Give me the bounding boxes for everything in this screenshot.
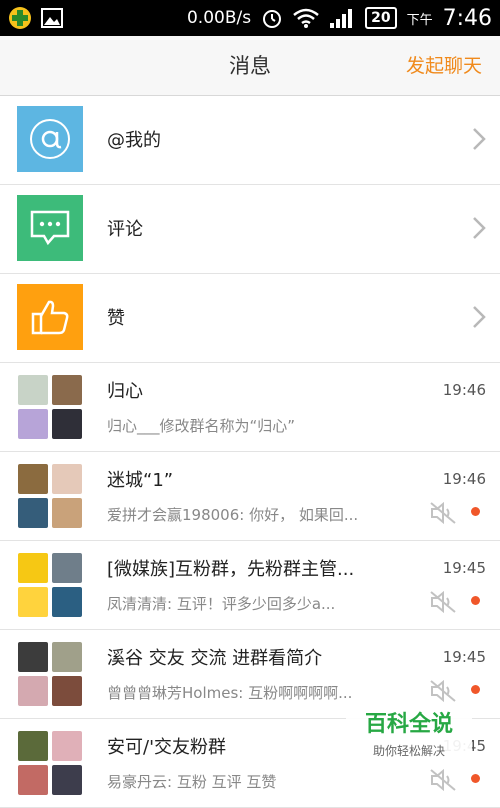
menu-item-comments[interactable]: 评论 — [0, 185, 500, 274]
avatar — [18, 676, 48, 706]
mute-icon — [430, 769, 456, 791]
menu-item-mentions[interactable]: @我的 — [0, 96, 500, 185]
watermark-tagline: 助你轻松解决 — [372, 744, 445, 758]
chat-title: [微媒族]互粉群，先粉群主管... — [107, 559, 355, 580]
thumbs-up-icon — [31, 300, 69, 335]
chat-time: 19:46 — [442, 470, 486, 488]
chevron-right-icon — [473, 306, 486, 328]
avatar — [18, 464, 48, 494]
avatar — [18, 375, 48, 405]
unread-dot — [471, 685, 480, 694]
chat-preview: 爱拼才会赢198006: 你好， 如果回... — [107, 506, 359, 524]
avatar — [52, 553, 82, 583]
menu-item-likes[interactable]: 赞 — [0, 274, 500, 363]
message-list: @我的 评论 赞 归心 归心___修改群名称为“归心” 19:46 迷城“1” … — [0, 96, 500, 808]
chat-preview: 曾曾曾琳芳Holmes: 互粉啊啊啊啊... — [107, 684, 353, 702]
group-avatar — [18, 553, 82, 617]
group-avatar — [18, 464, 82, 528]
network-speed: 0.00B/s — [186, 8, 252, 28]
avatar — [18, 587, 48, 617]
unread-dot — [471, 774, 480, 783]
chat-time: 19:46 — [442, 381, 486, 399]
avatar — [52, 765, 82, 795]
app-header: 消息 发起聊天 — [0, 36, 500, 96]
signal-icon — [330, 9, 353, 28]
mute-icon — [430, 680, 456, 702]
avatar — [52, 375, 82, 405]
app-notification-icon — [9, 7, 31, 29]
time-period: 下午 — [406, 12, 433, 28]
chat-row-2[interactable]: [微媒族]互粉群，先粉群主管... 凤清清清: 互评！评多少回多少a... 19… — [0, 541, 500, 630]
watermark: 百科全说 助你轻松解决 — [346, 708, 472, 768]
avatar — [52, 498, 82, 528]
chevron-right-icon — [473, 217, 486, 239]
chat-title: 迷城“1” — [107, 470, 174, 491]
avatar — [18, 409, 48, 439]
watermark-title: 百科全说 — [364, 712, 453, 737]
status-bar: 0.00B/s 20 下午 7:46 — [0, 0, 500, 36]
likes-tile — [17, 284, 83, 350]
avatar — [18, 765, 48, 795]
mentions-tile — [17, 106, 83, 172]
chat-preview: 易豪丹云: 互粉 互评 互赞 — [107, 773, 277, 791]
alarm-icon — [263, 10, 282, 28]
battery-level: 20 — [365, 7, 397, 29]
menu-item-label: 赞 — [107, 308, 125, 329]
group-avatar — [18, 642, 82, 706]
chat-time: 19:45 — [442, 648, 486, 666]
avatar — [18, 498, 48, 528]
avatar — [52, 409, 82, 439]
avatar — [18, 642, 48, 672]
unread-dot — [471, 596, 480, 605]
avatar — [18, 731, 48, 761]
menu-item-label: @我的 — [107, 130, 161, 151]
avatar — [18, 553, 48, 583]
group-avatar — [18, 375, 82, 439]
at-icon — [30, 119, 70, 159]
start-chat-button[interactable]: 发起聊天 — [406, 36, 482, 96]
chat-preview: 归心___修改群名称为“归心” — [107, 417, 296, 435]
chat-title: 归心 — [107, 381, 143, 402]
image-notification-icon — [41, 8, 63, 28]
avatar — [52, 464, 82, 494]
chat-row-3[interactable]: 溪谷 交友 交流 进群看简介 曾曾曾琳芳Holmes: 互粉啊啊啊啊... 19… — [0, 630, 500, 719]
avatar — [52, 676, 82, 706]
chat-preview: 凤清清清: 互评！评多少回多少a... — [107, 595, 336, 613]
group-avatar — [18, 731, 82, 795]
unread-dot — [471, 507, 480, 516]
avatar — [52, 642, 82, 672]
comment-icon — [30, 210, 70, 246]
chat-title: 溪谷 交友 交流 进群看简介 — [107, 648, 323, 669]
avatar — [52, 587, 82, 617]
mute-icon — [430, 591, 456, 613]
chevron-right-icon — [473, 128, 486, 150]
clock: 7:46 — [442, 5, 492, 31]
wifi-icon — [293, 8, 319, 28]
comments-tile — [17, 195, 83, 261]
chat-row-0[interactable]: 归心 归心___修改群名称为“归心” 19:46 — [0, 363, 500, 452]
chat-row-1[interactable]: 迷城“1” 爱拼才会赢198006: 你好， 如果回... 19:46 — [0, 452, 500, 541]
chat-time: 19:45 — [442, 559, 486, 577]
avatar — [52, 731, 82, 761]
menu-item-label: 评论 — [107, 219, 143, 240]
mute-icon — [430, 502, 456, 524]
